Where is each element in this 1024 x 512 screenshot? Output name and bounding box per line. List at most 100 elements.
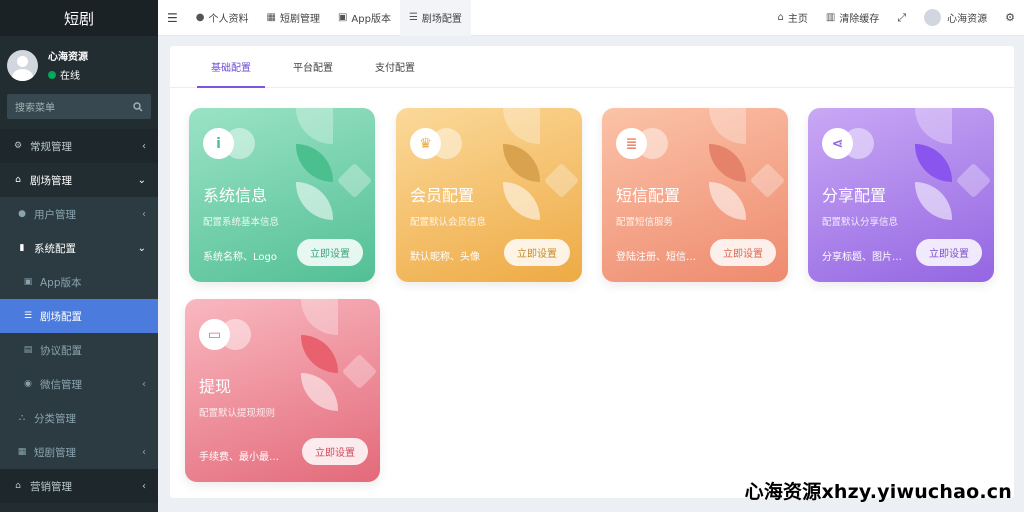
- decoration: [296, 108, 333, 144]
- card-desc: 配置系统基本信息: [203, 217, 280, 228]
- user-menu[interactable]: 心海资源: [915, 0, 996, 36]
- expand-icon: ⤢: [897, 10, 907, 24]
- tab-platform-config[interactable]: 平台配置: [279, 45, 347, 87]
- sidebar-item-label: 短剧管理: [34, 446, 76, 459]
- decoration: [915, 182, 952, 220]
- sidebar-item-general[interactable]: ⚙ 常规管理 ‹: [0, 129, 158, 163]
- status-text: 在线: [60, 71, 80, 82]
- tab-basic-config[interactable]: 基础配置: [197, 45, 265, 88]
- brand-logo[interactable]: 短剧: [0, 0, 158, 36]
- settings-button[interactable]: ⚙: [996, 0, 1024, 36]
- top-navbar: ☰ ● 个人资料 ▦ 短剧管理 ▣ App版本 ☰ 剧场配置 ⌂ 主页 ▥ 清除…: [158, 0, 1024, 36]
- config-tabs: 基础配置 平台配置 支付配置: [170, 46, 1014, 88]
- card-foot: 分享标题、图片…: [822, 252, 902, 263]
- card-title: 短信配置: [616, 186, 681, 205]
- tab-profile[interactable]: ● 个人资料: [187, 0, 258, 36]
- sidebar-item-label: 协议配置: [40, 344, 82, 357]
- card-foot: 手续费、最小最…: [199, 452, 279, 463]
- sidebar-item-drama[interactable]: ▦ 短剧管理 ‹: [0, 435, 158, 469]
- card-foot: 默认昵称、头像: [410, 252, 480, 263]
- wallet-icon: ▭: [199, 319, 230, 350]
- chevron-left-icon: ‹: [142, 140, 146, 152]
- home-link[interactable]: ⌂ 主页: [769, 0, 817, 36]
- sidebar: 短剧 心海资源 在线 搜索菜单 ⚙ 常规管理 ‹ ⌂ 剧场管理 ⌄ ● 用户管理…: [0, 0, 158, 512]
- user-status: 在线: [48, 67, 88, 82]
- setup-button[interactable]: 立即设置: [297, 239, 363, 266]
- config-panel: 基础配置 平台配置 支付配置 i 系统信息 配置系统基本信息 系统名称、Logo…: [170, 46, 1014, 498]
- user-panel: 心海资源 在线: [0, 42, 158, 88]
- wechat-icon: ◉: [24, 379, 32, 389]
- database-icon: ≣: [616, 128, 647, 159]
- card-title: 会员配置: [410, 186, 475, 205]
- decoration: [955, 162, 992, 199]
- card-desc: 配置默认会员信息: [410, 217, 487, 228]
- sms-config-card: ≣ 短信配置 配置短信服务 登陆注册、短信… 立即设置: [602, 108, 788, 282]
- sidebar-item-system-config[interactable]: ▮ 系统配置 ⌄: [0, 231, 158, 265]
- home-icon: ⌂: [777, 12, 784, 23]
- tab-label: 剧场配置: [421, 14, 462, 25]
- sliders-icon: ☰: [23, 311, 33, 321]
- member-config-card: ♛ 会员配置 配置默认会员信息 默认昵称、头像 立即设置: [396, 108, 582, 282]
- chevron-down-icon: ⌄: [137, 174, 146, 186]
- home-label: 主页: [787, 14, 808, 25]
- sidebar-item-label: 剧场管理: [30, 174, 72, 187]
- file-icon: ▮: [19, 243, 25, 253]
- image-icon: ▣: [337, 12, 348, 23]
- chevron-left-icon: ‹: [142, 208, 146, 220]
- decoration: [709, 144, 746, 182]
- sidebar-item-theater[interactable]: ⌂ 剧场管理 ⌄: [0, 163, 158, 197]
- setup-button[interactable]: 立即设置: [916, 239, 982, 266]
- chevron-left-icon: ‹: [142, 480, 146, 492]
- withdraw-card: ▭ 提现 配置默认提现规则 手续费、最小最… 立即设置: [185, 299, 380, 482]
- menu-search-input[interactable]: 搜索菜单: [7, 94, 151, 119]
- sidebar-item-users[interactable]: ● 用户管理 ‹: [0, 197, 158, 231]
- tab-theater-config[interactable]: ☰ 剧场配置: [399, 0, 471, 36]
- decoration: [503, 108, 540, 144]
- sidebar-item-wechat[interactable]: ◉ 微信管理 ‹: [0, 367, 158, 401]
- sidebar-item-label: 营销管理: [30, 480, 72, 493]
- search-placeholder: 搜索菜单: [15, 103, 55, 114]
- search-icon[interactable]: [133, 101, 143, 112]
- sidebar-item-label: 分类管理: [34, 412, 76, 425]
- setup-button[interactable]: 立即设置: [302, 438, 368, 465]
- user-icon: ●: [195, 12, 205, 23]
- watermark-text: 心海资源xhzy.yiwuchao.cn: [744, 481, 1012, 503]
- decoration: [543, 162, 580, 199]
- tab-app-version[interactable]: ▣ App版本: [329, 0, 400, 36]
- bars-icon: ☰: [167, 10, 178, 25]
- chevron-down-icon: ⌄: [137, 242, 146, 254]
- decoration: [915, 108, 952, 144]
- info-icon: i: [203, 128, 234, 159]
- image-icon: ▣: [23, 277, 33, 287]
- setup-button[interactable]: 立即设置: [710, 239, 776, 266]
- sidebar-item-agreement[interactable]: ▤ 协议配置: [0, 333, 158, 367]
- sidebar-item-app-version[interactable]: ▣ App版本: [0, 265, 158, 299]
- tab-label: 短剧管理: [279, 14, 320, 25]
- sidebar-item-label: 微信管理: [40, 378, 82, 391]
- sidebar-item-marketing[interactable]: ⌂ 营销管理 ‹: [0, 469, 158, 503]
- sidebar-item-theater-config[interactable]: ☰ 剧场配置: [0, 299, 158, 333]
- user-name: 心海资源: [48, 52, 88, 63]
- tab-payment-config[interactable]: 支付配置: [361, 45, 429, 87]
- decoration: [503, 182, 540, 220]
- card-foot: 登陆注册、短信…: [616, 252, 696, 263]
- share-icon: ⋖: [822, 128, 853, 159]
- sidebar-item-label: App版本: [40, 276, 82, 289]
- sidebar-toggle-button[interactable]: ☰: [158, 0, 187, 36]
- card-desc: 配置默认提现规则: [199, 408, 276, 419]
- chevron-left-icon: ‹: [142, 446, 146, 458]
- fullscreen-button[interactable]: ⤢: [888, 0, 915, 36]
- card-desc: 配置默认分享信息: [822, 217, 899, 228]
- tab-drama-management[interactable]: ▦ 短剧管理: [258, 0, 329, 36]
- setup-button[interactable]: 立即设置: [504, 239, 570, 266]
- sidebar-item-category[interactable]: ⛬ 分类管理: [0, 401, 158, 435]
- card-title: 分享配置: [822, 186, 887, 205]
- decoration: [709, 182, 746, 220]
- decoration: [296, 182, 333, 220]
- clear-cache-button[interactable]: ▥ 清除缓存: [817, 0, 888, 36]
- sidebar-item-label: 剧场配置: [40, 310, 82, 323]
- sidebar-item-label: 系统配置: [34, 242, 76, 255]
- decoration: [301, 335, 338, 373]
- chevron-left-icon: ‹: [142, 378, 146, 390]
- film-icon: ▦: [17, 447, 27, 457]
